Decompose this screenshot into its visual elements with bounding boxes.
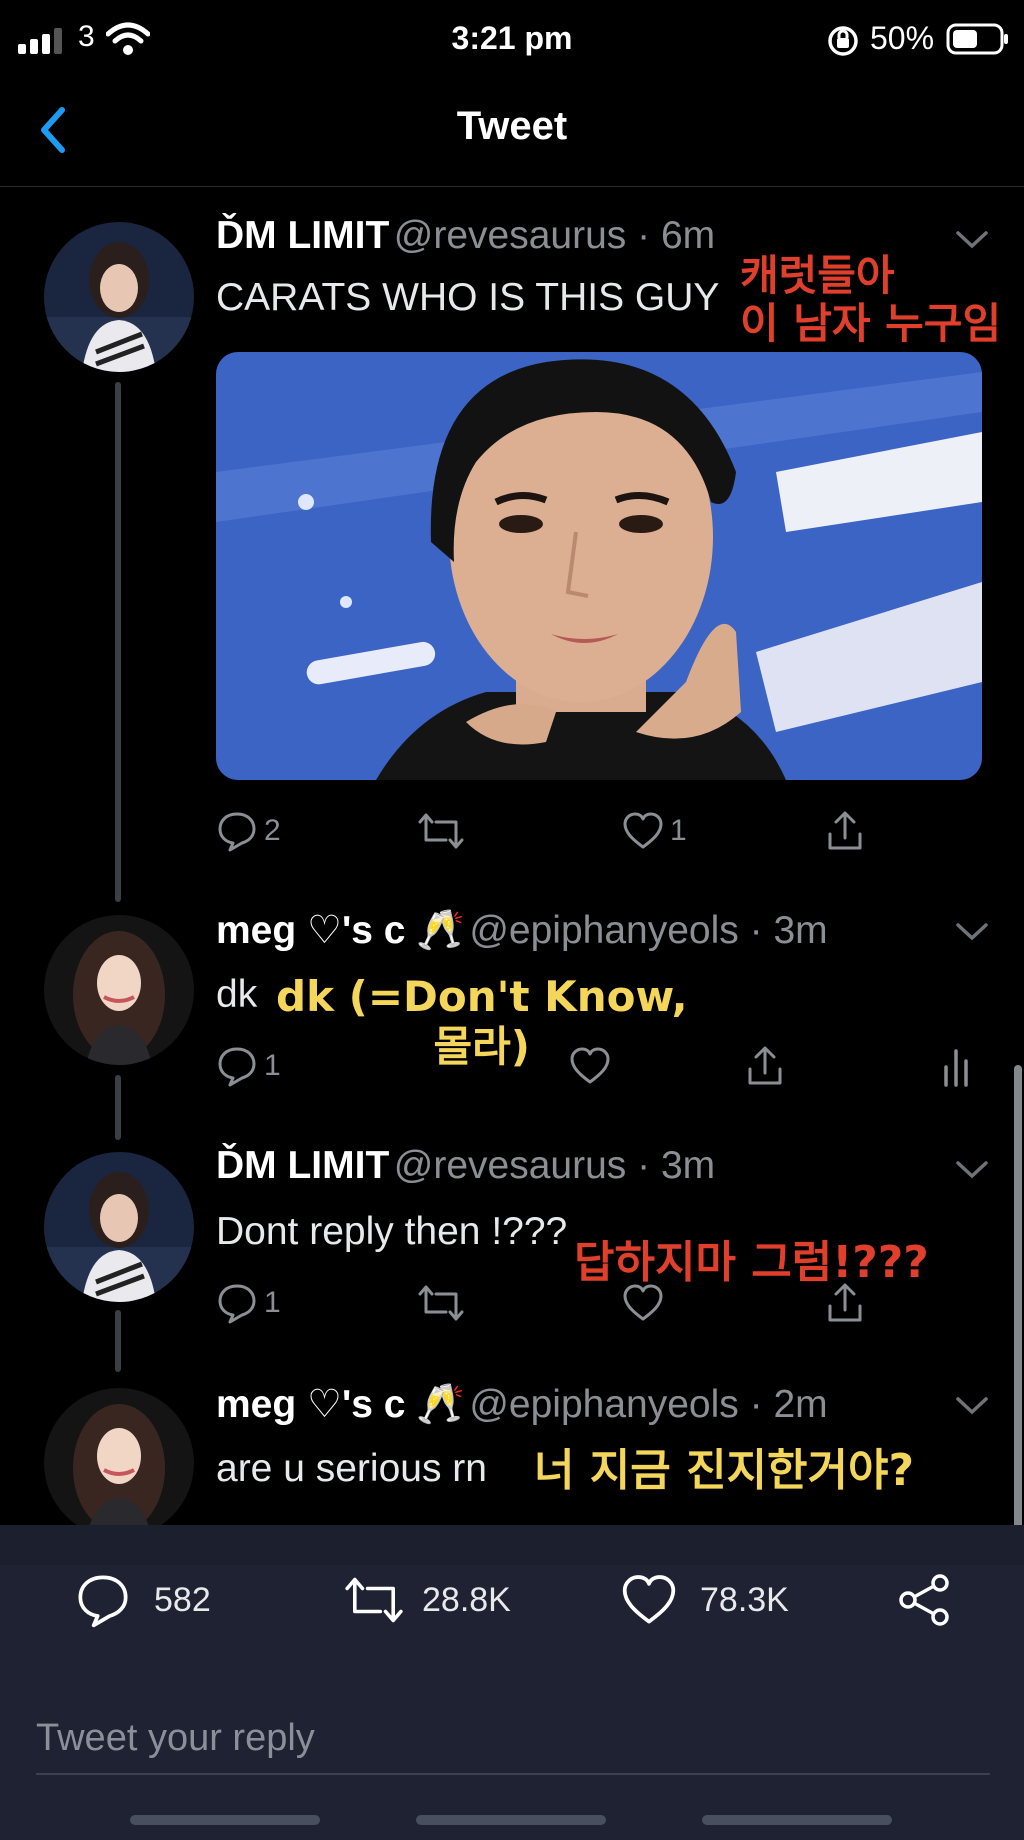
user-handle[interactable]: @epiphanyeols [469,1383,738,1426]
reply-button[interactable]: 1 [216,1043,281,1089]
avatar[interactable] [44,1388,194,1538]
tweet-header: ĎM LIMIT @revesaurus · 6m [216,214,715,258]
thread-line [115,1310,121,1372]
analytics-button[interactable] [940,1043,976,1089]
like-button[interactable]: 78.3K [620,1565,789,1635]
chevron-down-icon[interactable] [955,922,989,942]
reply-button[interactable]: 2 [216,808,281,854]
retweet-button[interactable] [416,1280,466,1326]
display-name[interactable]: ĎM LIMIT [216,1144,389,1187]
overlay-line: dk (=Don't Know, [276,972,688,1021]
like-icon [623,1284,663,1321]
overlay-line: 너 지금 진지한거야? [534,1445,914,1496]
user-handle[interactable]: @epiphanyeols [469,909,738,952]
chevron-down-icon[interactable] [955,230,989,250]
separator-dot: · [738,909,774,952]
orientation-lock-icon [828,26,858,56]
user-handle[interactable]: @revesaurus [394,214,627,257]
page-title: Tweet [456,104,568,148]
share-icon [748,1046,782,1085]
analytics-icon [944,1049,968,1087]
translation-overlay: 이 남자 누구임 [740,300,1001,348]
tweet-time: 2m [773,1383,828,1426]
tweet-header: ĎM LIMIT @revesaurus · 3m [216,1144,715,1188]
scrollbar[interactable] [1014,1065,1022,1535]
bottom-indicator [0,1815,1024,1829]
share-icon [828,811,862,850]
overlay-line: 몰라) [433,1022,531,1071]
nav-header: Tweet [0,80,1024,187]
share-button[interactable] [744,1043,786,1089]
reply-icon [218,1284,256,1324]
bar-top-edge [0,1525,1024,1565]
overlay-line: 캐럿들아 [740,251,895,300]
user-handle[interactable]: @revesaurus [394,1144,627,1187]
retweet-count: 28.8K [422,1580,511,1619]
separator-dot: · [626,1144,661,1187]
indicator-bar [416,1815,606,1825]
tweet-text: are u serious rn [216,1447,487,1490]
indicator-bar [702,1815,892,1825]
bottom-action-bar: 582 28.8K 78.3K Tweet your reply [0,1525,1024,1840]
like-icon [622,1575,676,1624]
like-count: 78.3K [700,1580,789,1619]
tweet-header: meg ♡'s c 🥂 @epiphanyeols · 2m [216,1381,828,1427]
reply-count: 582 [154,1580,211,1619]
tweet-time: 3m [773,909,828,952]
overlay-line: 이 남자 누구임 [740,299,1002,348]
retweet-icon [418,813,464,849]
avatar[interactable] [44,1152,194,1302]
retweet-button[interactable]: 28.8K [342,1565,511,1635]
retweet-icon [345,1577,403,1623]
like-count: 1 [670,814,687,847]
indicator-bar [130,1815,320,1825]
tweet-stats: 582 28.8K 78.3K [0,1565,1024,1635]
retweet-button[interactable] [416,808,466,854]
tweet-header: meg ♡'s c 🥂 @epiphanyeols · 3m [216,907,828,953]
reply-input[interactable]: Tweet your reply [36,1703,990,1775]
share-icon [828,1283,862,1322]
retweet-icon [418,1285,464,1321]
translation-overlay: 캐럿들아 [740,252,895,300]
like-button[interactable]: 1 [622,808,687,854]
avatar[interactable] [44,222,194,372]
battery-icon [946,23,1008,55]
reply-icon [78,1575,128,1628]
battery-percent: 50% [870,20,935,56]
status-bar: 3 3:21 pm 50% [0,0,1024,80]
thread-line [115,382,121,902]
reply-count: 1 [264,1286,281,1319]
chevron-down-icon[interactable] [955,1396,989,1416]
separator-dot: · [738,1383,774,1426]
tweet-image[interactable] [216,352,982,780]
tweet-text: dk [216,973,258,1016]
display-name[interactable]: meg ♡'s c 🥂 [216,1383,465,1426]
share-button[interactable] [824,808,866,854]
translation-overlay: dk (=Don't Know, 몰라) [276,972,688,1072]
display-name[interactable]: meg ♡'s c 🥂 [216,909,465,952]
share-icon [899,1574,949,1626]
separator-dot: · [626,214,661,257]
tweet-text: CARATS WHO IS THIS GUY [216,276,720,319]
overlay-line: 답하지마 그럼!??? [574,1237,929,1288]
reply-icon [218,812,256,852]
translation-overlay: 너 지금 진지한거야? [534,1446,914,1496]
avatar[interactable] [44,915,194,1065]
translation-overlay: 답하지마 그럼!??? [574,1238,929,1288]
reply-button[interactable]: 1 [216,1280,281,1326]
tweet-text: Dont reply then !??? [216,1210,568,1253]
tweet-time: 3m [660,1144,716,1187]
tweet-actions: 2 1 [216,808,1006,854]
like-icon [623,812,663,849]
reply-count: 2 [264,814,281,847]
chevron-down-icon[interactable] [955,1160,989,1180]
display-name[interactable]: ĎM LIMIT [216,214,389,257]
thread-line [115,1075,121,1140]
tweet-time: 6m [660,214,716,257]
share-button[interactable] [896,1565,952,1635]
reply-icon [218,1047,256,1087]
reply-button[interactable]: 582 [74,1565,211,1635]
